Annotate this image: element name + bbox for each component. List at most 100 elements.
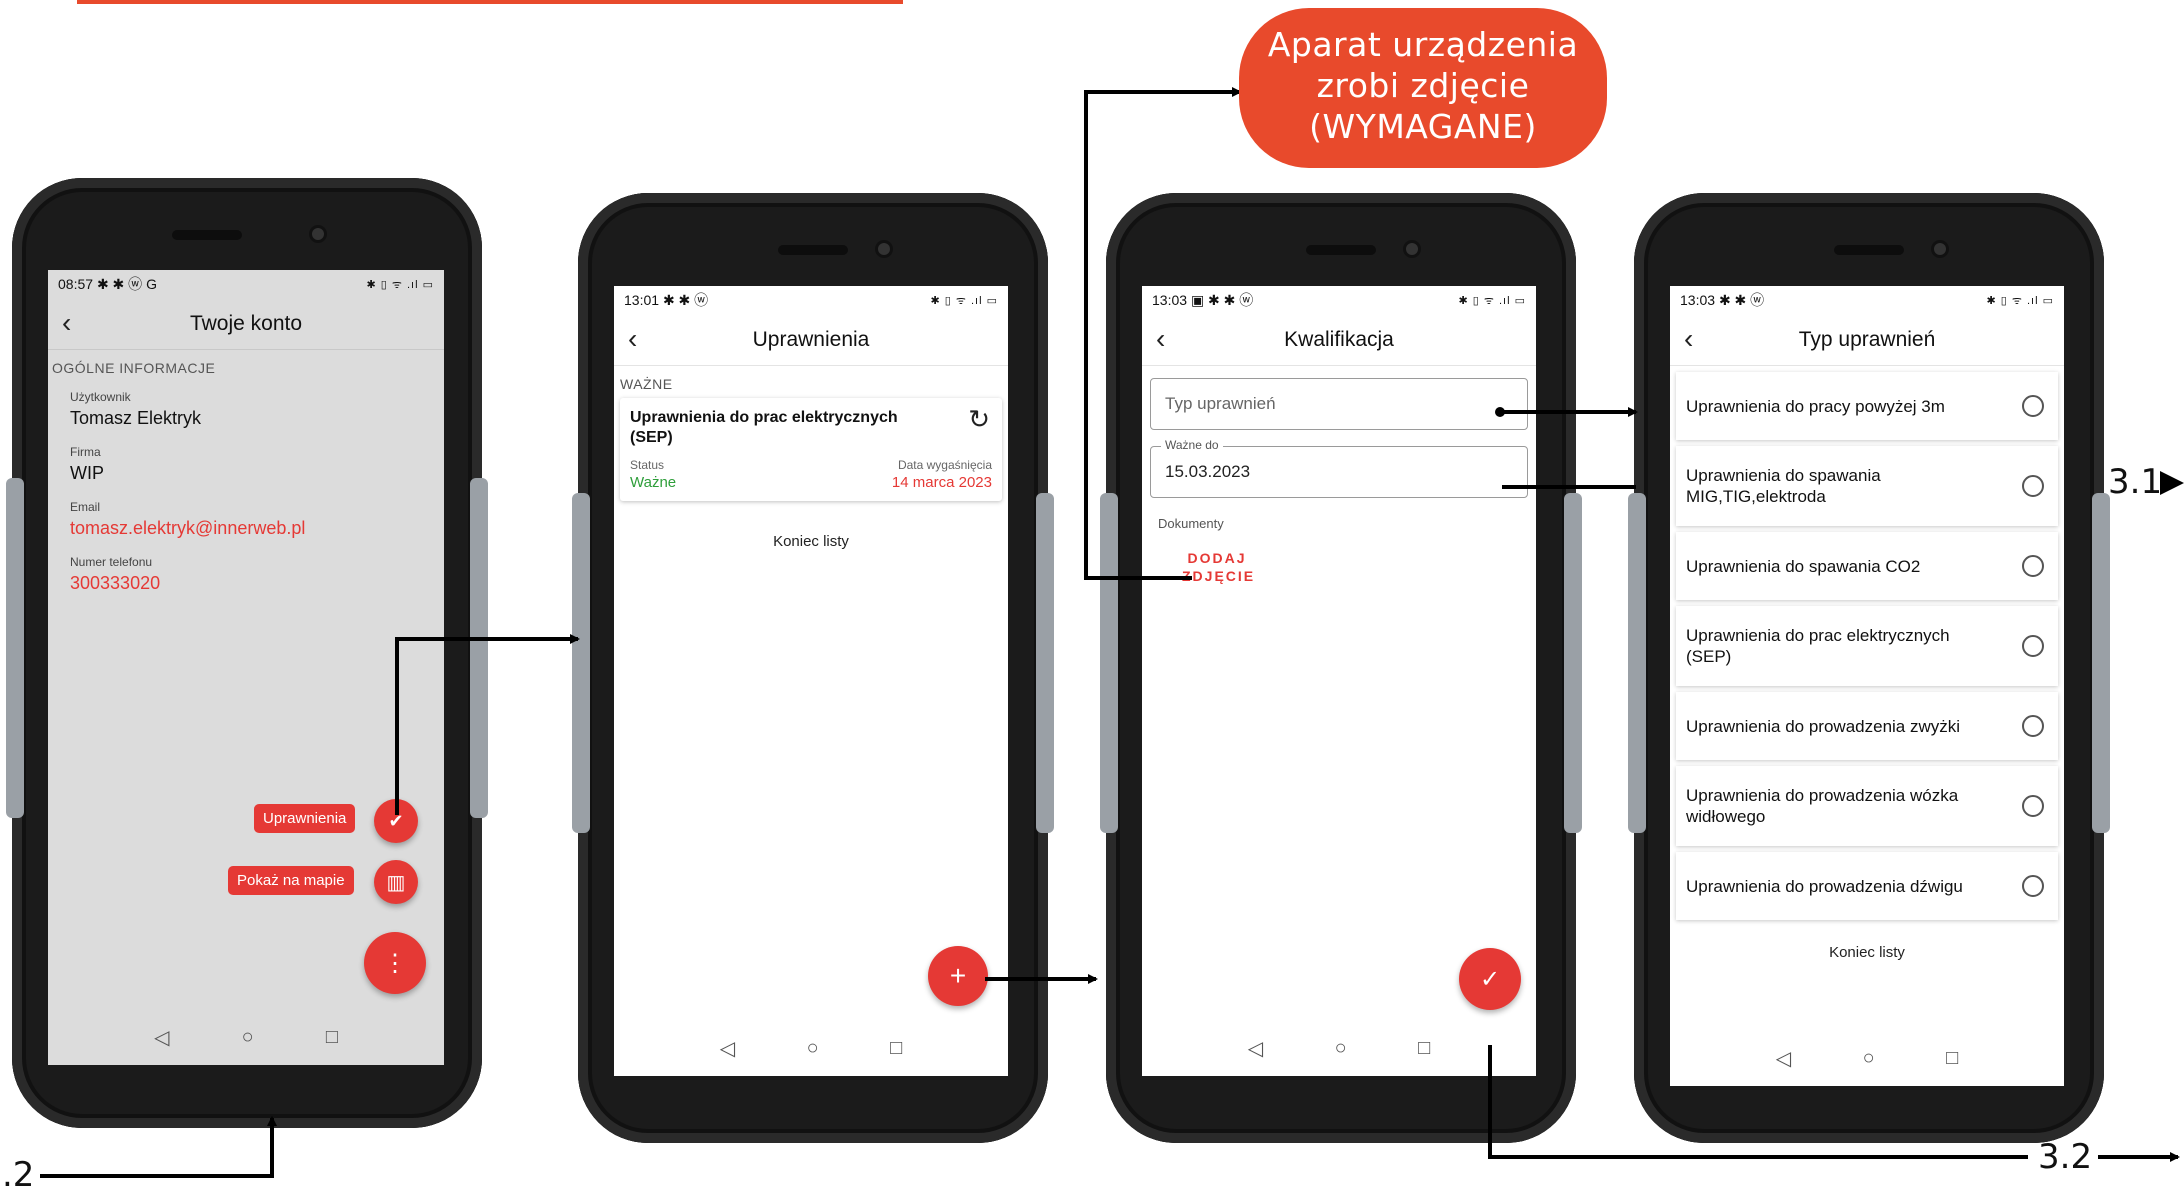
permission-option[interactable]: Uprawnienia do spawania MIG,TIG,elektrod… — [1676, 446, 2058, 526]
phone-link[interactable]: 300333020 — [70, 573, 444, 594]
flow-label-left: .2 — [2, 1155, 35, 1195]
callout-line-3: (WYMAGANE) — [1309, 107, 1537, 146]
callout-line-2: zrobi zdjęcie — [1316, 66, 1530, 105]
radio-icon[interactable] — [2022, 395, 2044, 417]
status-time: 13:03 — [1152, 292, 1188, 308]
system-nav-bar: ◁ ○ □ — [1142, 1030, 1536, 1066]
status-icons: ▣ ✱ ✱ ⓦ — [1190, 292, 1254, 308]
phone-speaker — [1306, 245, 1376, 255]
page-title: Twoje konto — [189, 311, 303, 335]
permission-option[interactable]: Uprawnienia do prowadzenia dźwigu — [1676, 852, 2058, 920]
option-label: Uprawnienia do prac elektrycznych (SEP) — [1686, 626, 1950, 666]
status-badge: Ważne — [630, 474, 677, 491]
account-field: Email tomasz.elektryk@innerweb.pl — [48, 500, 444, 539]
permission-option[interactable]: Uprawnienia do spawania CO2 — [1676, 532, 2058, 600]
option-label: Uprawnienia do prowadzenia dźwigu — [1686, 876, 1963, 896]
nav-back-icon[interactable]: ◁ — [720, 1036, 735, 1061]
back-icon[interactable]: ‹ — [1684, 324, 1693, 354]
nav-home-icon[interactable]: ○ — [807, 1037, 819, 1060]
nav-recent-icon[interactable]: □ — [890, 1037, 902, 1060]
app-bar: ‹ Uprawnienia — [614, 314, 1008, 366]
option-label: Uprawnienia do prowadzenia zwyżki — [1686, 716, 1961, 736]
account-field: Użytkownik Tomasz Elektryk — [48, 390, 444, 429]
nav-home-icon[interactable]: ○ — [1863, 1047, 1875, 1070]
more-icon: ⋮ — [383, 949, 407, 977]
screen-permission-type: 13:03 ✱ ✱ ⓦ ✱ ▯ ᯤ .ıl ▭ ‹ Typ uprawnień … — [1670, 286, 2064, 1086]
expiry-label: Data wygaśnięcia — [897, 458, 992, 472]
end-of-list: Koniec listy — [773, 533, 849, 550]
radio-icon[interactable] — [2022, 795, 2044, 817]
radio-icon[interactable] — [2022, 715, 2044, 737]
arrow-3-1-head — [2160, 471, 2184, 495]
phone-speaker — [172, 230, 242, 240]
back-icon[interactable]: ‹ — [62, 308, 71, 338]
confirm-button[interactable]: ✓ — [1459, 948, 1521, 1010]
add-permission-button[interactable]: + — [928, 946, 988, 1006]
status-right-icons: ✱ ▯ ᯤ .ıl ▭ — [1458, 294, 1526, 307]
option-label: Uprawnienia do spawania CO2 — [1686, 556, 1921, 576]
system-nav-bar: ◁ ○ □ — [48, 1019, 444, 1055]
nav-home-icon[interactable]: ○ — [242, 1026, 254, 1049]
valid-until-value: 15.03.2023 — [1165, 462, 1251, 481]
back-icon[interactable]: ‹ — [1156, 324, 1165, 354]
status-time: 13:03 — [1680, 292, 1716, 308]
field-label: Użytkownik — [70, 390, 131, 404]
valid-until-field[interactable]: Ważne do 15.03.2023 — [1150, 438, 1528, 498]
permissions-shield-button[interactable]: ✔ — [374, 799, 418, 843]
nav-back-icon[interactable]: ◁ — [1248, 1036, 1263, 1061]
top-accent-bar — [77, 0, 903, 4]
permission-option[interactable]: Uprawnienia do prowadzenia wózka widłowe… — [1676, 766, 2058, 846]
phone-speaker — [1834, 245, 1904, 255]
add-photo-line-2: ZDJĘCIE — [1182, 568, 1256, 584]
app-bar: ‹ Typ uprawnień — [1670, 314, 2064, 366]
email-link[interactable]: tomasz.elektryk@innerweb.pl — [70, 518, 444, 539]
show-map-button[interactable]: ▥ — [374, 860, 418, 904]
add-photo-button[interactable]: DODAJ ZDJĘCIE — [1182, 549, 1256, 585]
status-time: 08:57 — [58, 276, 94, 292]
field-label: Numer telefonu — [70, 555, 153, 569]
add-photo-line-1: DODAJ — [1187, 550, 1247, 566]
nav-recent-icon[interactable]: □ — [1946, 1047, 1958, 1070]
permission-card[interactable]: Uprawnienia do prac elektrycznych (SEP) … — [620, 398, 1002, 501]
radio-icon[interactable] — [2022, 875, 2044, 897]
permissions-pill[interactable]: Uprawnienia — [254, 804, 356, 833]
permission-option[interactable]: Uprawnienia do prowadzenia zwyżki — [1676, 692, 2058, 760]
phone-camera — [1934, 243, 1946, 255]
status-bar: 08:57 ✱ ✱ ⓦ G ✱ ▯ ᯤ .ıl ▭ — [48, 270, 444, 298]
card-labels-row: Status Data wygaśnięcia — [630, 458, 992, 472]
flow-label-3-1: 3.1 — [2108, 462, 2163, 502]
card-values-row: Ważne 14 marca 2023 — [630, 474, 992, 491]
valid-until-label: Ważne do — [1161, 438, 1223, 452]
status-icons: ✱ ✱ ⓦ G — [96, 276, 157, 292]
status-right-icons: ✱ ▯ ᯤ .ıl ▭ — [366, 278, 434, 291]
status-bar: 13:01 ✱ ✱ ⓦ ✱ ▯ ᯤ .ıl ▭ — [614, 286, 1008, 314]
nav-recent-icon[interactable]: □ — [326, 1026, 338, 1049]
more-actions-button[interactable]: ⋮ — [364, 932, 426, 994]
nav-home-icon[interactable]: ○ — [1335, 1037, 1347, 1060]
status-bar: 13:03 ▣ ✱ ✱ ⓦ ✱ ▯ ᯤ .ıl ▭ — [1142, 286, 1536, 314]
permission-option[interactable]: Uprawnienia do prac elektrycznych (SEP) — [1676, 606, 2058, 686]
field-value: WIP — [70, 463, 104, 483]
page-title: Kwalifikacja — [1284, 327, 1394, 351]
nav-back-icon[interactable]: ◁ — [1776, 1046, 1791, 1071]
nav-recent-icon[interactable]: □ — [1418, 1037, 1430, 1060]
radio-icon[interactable] — [2022, 555, 2044, 577]
permission-option[interactable]: Uprawnienia do pracy powyżej 3m — [1676, 372, 2058, 440]
camera-callout: Aparat urządzenia zrobi zdjęcie (WYMAGAN… — [1239, 8, 1607, 168]
callout-line-1: Aparat urządzenia — [1267, 25, 1579, 64]
nav-back-icon[interactable]: ◁ — [154, 1025, 169, 1050]
radio-icon[interactable] — [2022, 635, 2044, 657]
permission-type-select[interactable]: Typ uprawnień — [1150, 378, 1528, 430]
refresh-icon[interactable]: ↻ — [968, 404, 990, 435]
flow-diagram: Aparat urządzenia zrobi zdjęcie (WYMAGAN… — [0, 0, 2184, 1195]
radio-icon[interactable] — [2022, 475, 2044, 497]
system-nav-bar: ◁ ○ □ — [1670, 1040, 2064, 1076]
field-label: Email — [70, 500, 101, 514]
flow-label-3-2: 3.2 — [2038, 1137, 2093, 1177]
show-map-pill[interactable]: Pokaż na mapie — [228, 866, 354, 895]
check-icon: ✓ — [1479, 965, 1501, 993]
field-value: Tomasz Elektryk — [70, 408, 202, 428]
status-right-icons: ✱ ▯ ᯤ .ıl ▭ — [930, 294, 998, 307]
back-icon[interactable]: ‹ — [628, 324, 637, 354]
screen-qualification: 13:03 ▣ ✱ ✱ ⓦ ✱ ▯ ᯤ .ıl ▭ ‹ Kwalifikacja… — [1142, 286, 1536, 1076]
